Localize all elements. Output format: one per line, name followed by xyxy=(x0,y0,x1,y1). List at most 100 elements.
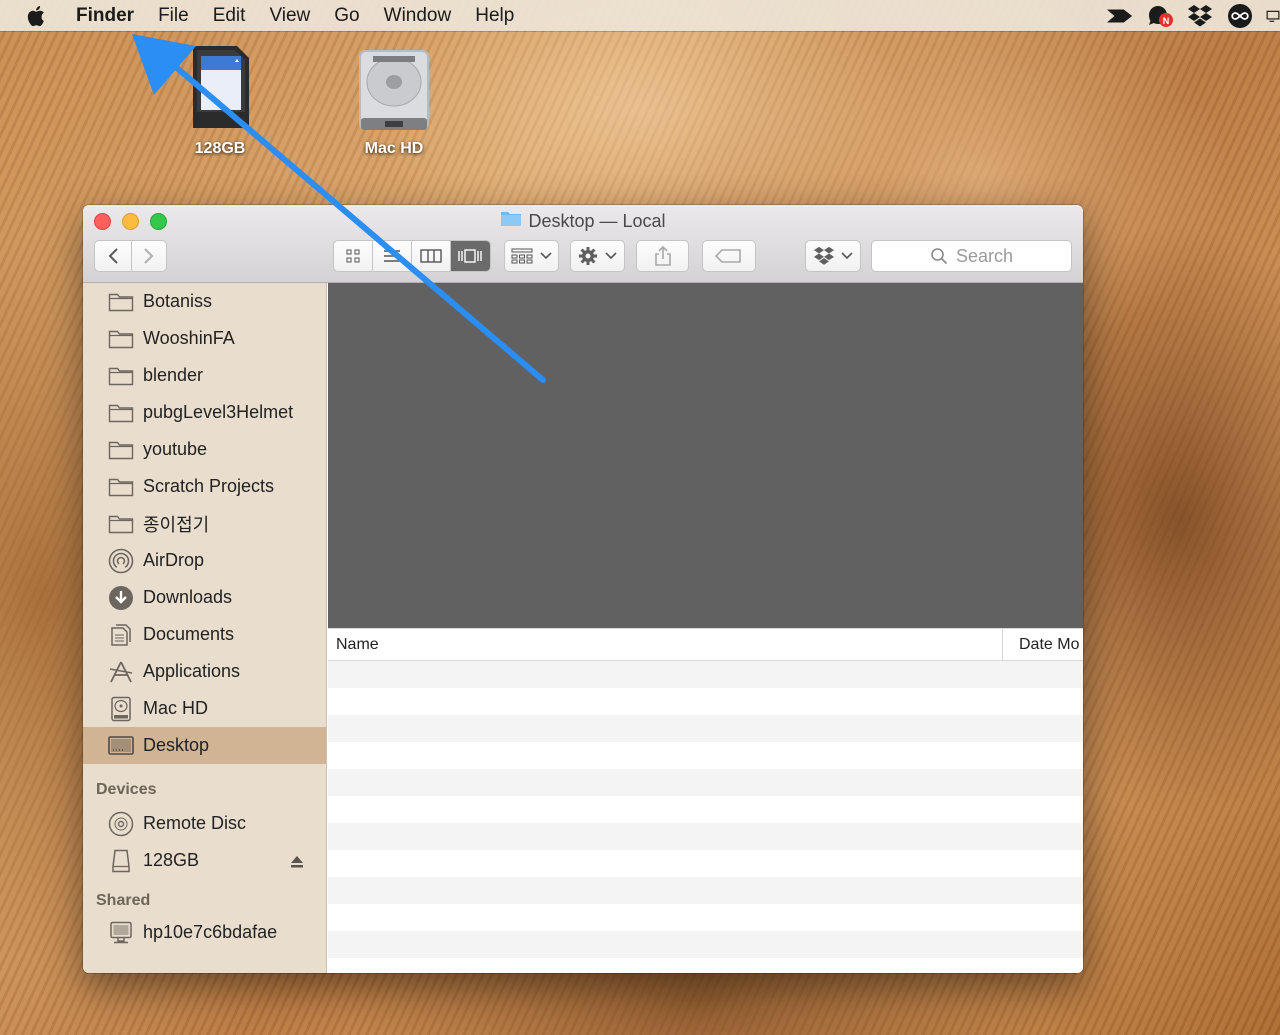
back-button[interactable] xyxy=(95,241,131,271)
sidebar-item-origami[interactable]: 종이접기 xyxy=(83,505,326,542)
dropbox-icon[interactable] xyxy=(1186,3,1214,29)
search-icon xyxy=(931,248,948,265)
desktop-icon-mac-hd[interactable]: Mac HD xyxy=(334,42,454,158)
sidebar-section-devices: Devices xyxy=(96,781,157,798)
sidebar-item-label: AirDrop xyxy=(143,550,205,570)
desktop-icon-label: 128GB xyxy=(194,140,246,157)
sidebar-item-label: Downloads xyxy=(143,587,233,607)
sidebar-item-scratch-projects[interactable]: Scratch Projects xyxy=(83,468,326,505)
dropbox-toolbar-button[interactable] xyxy=(805,240,861,272)
share-icon xyxy=(654,245,671,266)
apple-menu-icon[interactable] xyxy=(26,4,56,28)
network-computer-icon xyxy=(108,921,134,945)
infinity-icon[interactable] xyxy=(1226,3,1254,29)
display-icon[interactable] xyxy=(1266,3,1280,29)
view-mode-group xyxy=(333,240,491,272)
arrange-grid-icon xyxy=(511,248,532,264)
sidebar-item-mac-hd[interactable]: Mac HD xyxy=(83,690,326,727)
folder-icon xyxy=(108,475,134,499)
edit-tags-button[interactable] xyxy=(702,240,756,272)
sidebar-item-label: hp10e7c6bdafae xyxy=(143,922,278,942)
sidebar-item-label: blender xyxy=(143,365,204,385)
sidebar-item-label: 128GB xyxy=(143,850,200,870)
desktop-icon xyxy=(108,734,134,758)
sidebar-item-documents[interactable]: Documents xyxy=(83,616,326,653)
folder-icon xyxy=(108,327,134,351)
column-header-name[interactable]: Name xyxy=(336,629,379,661)
sidebar-item-pubglevel3helmet[interactable]: pubgLevel3Helmet xyxy=(83,394,326,431)
status-menus: N xyxy=(1106,0,1280,31)
columns-icon xyxy=(420,249,442,263)
sidebar-item-applications[interactable]: Applications xyxy=(83,653,326,690)
chevron-down-icon xyxy=(604,252,617,260)
sidebar-item-airdrop[interactable]: AirDrop xyxy=(83,542,326,579)
sidebar-item-128gb[interactable]: 128GB xyxy=(83,842,326,879)
sidebar-item-hp10e7c6bdafae[interactable]: hp10e7c6bdafae xyxy=(83,914,326,951)
notification-badge-letter: N xyxy=(1162,15,1170,26)
sidebar-item-label: pubgLevel3Helmet xyxy=(143,402,294,422)
cover-flow-preview[interactable] xyxy=(328,283,1083,628)
sidebar-section-shared: Shared xyxy=(96,892,151,909)
menu-edit[interactable]: Edit xyxy=(201,0,258,31)
menu-view[interactable]: View xyxy=(257,0,322,31)
finder-window: Desktop — Local Search Botaniss WooshinF… xyxy=(83,205,1083,973)
folder-icon xyxy=(108,290,134,314)
action-button[interactable] xyxy=(570,240,625,272)
search-field[interactable]: Search xyxy=(871,240,1072,272)
menu-file[interactable]: File xyxy=(146,0,201,31)
back-forward-group xyxy=(94,240,167,272)
list-view-button[interactable] xyxy=(373,241,412,271)
sd-card-icon xyxy=(160,42,280,132)
sidebar-item-label: Scratch Projects xyxy=(143,476,275,496)
menu-go[interactable]: Go xyxy=(322,0,371,31)
airdrop-icon xyxy=(108,548,134,573)
disc-icon xyxy=(108,811,134,836)
search-placeholder: Search xyxy=(955,245,1014,266)
hard-drive-icon xyxy=(108,696,134,721)
chevron-down-icon xyxy=(841,252,853,260)
sidebar-item-label: Botaniss xyxy=(143,291,213,311)
streak-icon[interactable] xyxy=(1106,3,1134,29)
share-button[interactable] xyxy=(636,240,689,272)
eject-icon[interactable] xyxy=(290,853,304,874)
menu-window[interactable]: Window xyxy=(372,0,464,31)
list-icon xyxy=(384,250,400,262)
sidebar-item-label: Remote Disc xyxy=(143,813,247,833)
hard-drive-icon xyxy=(334,42,454,132)
sidebar-item-label: Applications xyxy=(143,661,241,681)
window-title-text: Desktop — Local xyxy=(528,210,666,231)
forward-button[interactable] xyxy=(130,241,167,271)
folder-icon xyxy=(500,210,522,232)
desktop-icon-128gb[interactable]: 128GB xyxy=(160,42,280,158)
grid-icon xyxy=(346,249,360,263)
sidebar-item-remote-disc[interactable]: Remote Disc xyxy=(83,805,326,842)
cover-flow-view-button[interactable] xyxy=(451,241,490,271)
menu-finder[interactable]: Finder xyxy=(56,0,146,31)
folder-icon xyxy=(108,401,134,425)
column-header-date-modified[interactable]: Date Mo xyxy=(1002,629,1079,661)
window-title: Desktop — Local xyxy=(83,210,1083,232)
sidebar-item-wooshinfa[interactable]: WooshinFA xyxy=(83,320,326,357)
folder-icon xyxy=(108,512,134,536)
tag-icon xyxy=(715,249,741,263)
folder-icon xyxy=(108,364,134,388)
file-list[interactable] xyxy=(328,661,1083,973)
notification-chat-icon[interactable]: N xyxy=(1146,3,1174,29)
sidebar-item-blender[interactable]: blender xyxy=(83,357,326,394)
sidebar-item-label: WooshinFA xyxy=(143,328,235,348)
chevron-left-icon xyxy=(108,248,118,264)
sidebar-item-youtube[interactable]: youtube xyxy=(83,431,326,468)
column-view-button[interactable] xyxy=(412,241,451,271)
arrange-button[interactable] xyxy=(504,240,559,272)
cover-flow-icon xyxy=(458,249,483,263)
sidebar-item-botaniss[interactable]: Botaniss xyxy=(83,283,326,320)
sidebar-item-desktop[interactable]: Desktop xyxy=(83,727,326,764)
icon-view-button[interactable] xyxy=(334,241,373,271)
desktop-icon-label: Mac HD xyxy=(364,140,424,157)
menu-bar: Finder File Edit View Go Window Help N xyxy=(0,0,1280,31)
sidebar-item-downloads[interactable]: Downloads xyxy=(83,579,326,616)
menu-help[interactable]: Help xyxy=(463,0,526,31)
chevron-right-icon xyxy=(144,248,154,264)
downloads-icon xyxy=(108,585,134,610)
sidebar-item-label: Desktop xyxy=(143,735,210,755)
